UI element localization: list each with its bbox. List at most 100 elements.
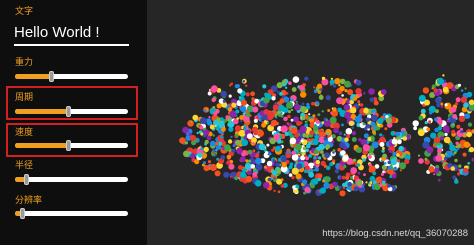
- particle-dot: [417, 154, 421, 157]
- particle-dot: [401, 130, 405, 134]
- particle-dot: [222, 147, 225, 150]
- particle-dot: [449, 142, 454, 147]
- particle-dot: [343, 104, 351, 111]
- particle-dot: [462, 152, 467, 157]
- particle-dot: [323, 164, 328, 168]
- particle-dot: [424, 157, 428, 161]
- particle-dot: [302, 133, 307, 138]
- particle-dot: [287, 114, 291, 119]
- particle-dot: [290, 98, 294, 102]
- slider-thumb[interactable]: [24, 174, 30, 185]
- particle-dot: [329, 79, 335, 85]
- slider-thumb[interactable]: [66, 140, 72, 151]
- particle-dot: [433, 88, 438, 93]
- particle-dot: [220, 117, 224, 121]
- gravity-slider[interactable]: [15, 71, 128, 82]
- particle-dot: [246, 133, 253, 140]
- particle-dot: [339, 85, 345, 92]
- slider-thumb[interactable]: [19, 208, 25, 219]
- particle-dot: [280, 125, 288, 133]
- slider-thumb[interactable]: [49, 71, 55, 82]
- particle-dot: [320, 150, 324, 154]
- particle-dot: [222, 99, 226, 103]
- particle-dot: [433, 173, 436, 176]
- particle-dot: [467, 122, 473, 127]
- particle-dot: [417, 129, 425, 137]
- particle-dot: [301, 102, 305, 106]
- particle-dot: [266, 121, 270, 125]
- particle-dot: [387, 165, 392, 170]
- particle-dot: [243, 136, 248, 140]
- particle-dot: [369, 97, 375, 103]
- particle-dot: [370, 114, 378, 122]
- particle-dot: [321, 76, 326, 81]
- particle-dot: [203, 109, 207, 113]
- resolution-label: 分辨率: [15, 196, 43, 206]
- particle-dot: [432, 107, 435, 109]
- speed-slider[interactable]: [15, 140, 128, 151]
- particle-dot: [279, 98, 285, 104]
- particle-dot: [187, 120, 194, 127]
- particle-dot: [351, 137, 357, 142]
- particle-dot: [367, 137, 372, 141]
- particle-dot: [291, 150, 296, 155]
- particle-dot: [280, 155, 287, 162]
- particle-dot: [379, 183, 383, 188]
- particle-dot: [220, 135, 224, 139]
- particle-dot: [220, 90, 227, 98]
- resolution-slider[interactable]: [15, 208, 128, 219]
- particle-dot: [312, 126, 319, 132]
- particle-dot: [457, 83, 461, 87]
- particle-dot: [319, 94, 323, 98]
- particle-dot: [347, 89, 354, 96]
- particle-dot: [460, 89, 464, 92]
- particle-dot: [315, 155, 319, 159]
- particle-dot: [368, 165, 376, 173]
- slider-fill: [15, 109, 69, 114]
- particle-dot: [275, 116, 278, 119]
- particle-dot: [239, 171, 247, 179]
- particle-dot: [325, 144, 331, 149]
- particle-dot: [437, 119, 443, 125]
- particle-dot: [444, 103, 448, 107]
- particle-dot: [463, 102, 469, 108]
- particle-dot: [467, 162, 471, 165]
- particle-dot: [342, 154, 349, 162]
- particle-dot: [356, 163, 361, 167]
- particle-dot: [429, 111, 433, 115]
- particle-dot: [382, 182, 386, 187]
- text-input[interactable]: [14, 20, 129, 46]
- particle-dot: [363, 92, 366, 95]
- particle-dot: [332, 181, 337, 186]
- particle-dot: [242, 80, 246, 83]
- particle-dot: [277, 104, 285, 112]
- particle-dot: [245, 92, 250, 97]
- particle-dot: [243, 126, 247, 130]
- slider-fill: [15, 143, 69, 148]
- particle-dot: [350, 167, 358, 174]
- particle-dot: [455, 141, 459, 145]
- particle-dot: [286, 101, 293, 109]
- particle-dot: [458, 164, 462, 168]
- period-slider[interactable]: [15, 106, 128, 117]
- particle-dot: [447, 118, 450, 120]
- particle-dot: [300, 105, 307, 113]
- particle-dot: [179, 137, 186, 144]
- particle-dot: [338, 84, 341, 87]
- particle-dot: [220, 155, 226, 160]
- particle-dot: [211, 85, 218, 93]
- particle-dot: [304, 123, 309, 128]
- particle-dot: [350, 176, 353, 180]
- particle-dot: [440, 136, 445, 141]
- particle-dot: [291, 153, 299, 161]
- particle-dot: [214, 170, 221, 177]
- radius-slider[interactable]: [15, 174, 128, 185]
- particle-dot: [240, 138, 243, 141]
- slider-thumb[interactable]: [66, 106, 72, 117]
- particle-dot: [288, 173, 293, 177]
- particle-dot: [323, 137, 327, 141]
- particle-dot: [342, 186, 346, 190]
- particle-dot: [248, 159, 251, 163]
- particle-dot: [252, 106, 259, 113]
- particle-dot: [227, 139, 233, 144]
